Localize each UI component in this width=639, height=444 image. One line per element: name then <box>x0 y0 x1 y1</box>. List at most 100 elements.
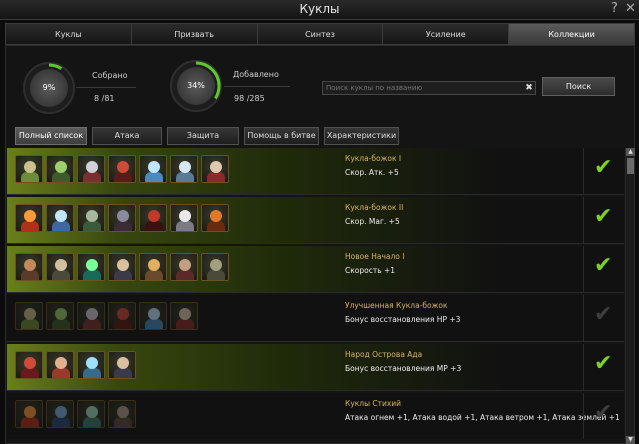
doll-face <box>179 308 191 320</box>
collection-list[interactable]: Кукла-божок I Скор. Атк. +5 ✔ Кукла-божо… <box>7 148 624 444</box>
maned-beast-doll-icon[interactable] <box>15 253 43 281</box>
main-tabs: Куклы Призвать Синтез Усиление Коллекции <box>5 23 635 45</box>
bandit-doll-icon[interactable] <box>108 253 136 281</box>
red-cleric-doll-icon[interactable] <box>201 155 229 183</box>
horned-devil-doll-icon[interactable] <box>139 204 167 232</box>
collection-name: Кукла-божок I <box>345 154 402 163</box>
doll-face <box>148 161 160 173</box>
collection-name: Новое Начало I <box>345 252 405 261</box>
red-demon-doll-icon[interactable] <box>108 155 136 183</box>
green-orb-doll-icon[interactable] <box>77 253 105 281</box>
orc-chief-doll-icon[interactable] <box>170 253 198 281</box>
ice-crystal-doll-icon[interactable] <box>139 302 167 330</box>
collection-name: Народ Острова Ада <box>345 350 423 359</box>
collected-label: Собрано <box>92 71 128 80</box>
tab-collections[interactable]: Коллекции <box>508 23 635 45</box>
tab-enhance[interactable]: Усиление <box>382 23 509 45</box>
list-scrollbar[interactable]: ▲ ▼ <box>625 148 635 444</box>
completion-cell: ✔ <box>583 344 624 390</box>
doll-icons <box>15 155 232 183</box>
stone-golem-doll-icon[interactable] <box>201 253 229 281</box>
lion-warrior-doll-icon[interactable] <box>139 253 167 281</box>
check-icon: ✔ <box>594 400 613 425</box>
doll-body <box>83 172 101 182</box>
ice-golem-doll-icon[interactable] <box>170 155 198 183</box>
earth-spirit-doll-icon[interactable] <box>108 400 136 428</box>
completion-cell: ✔ <box>583 246 624 292</box>
doll-face <box>24 161 36 173</box>
doll-body <box>21 221 39 231</box>
row-divider <box>7 292 624 293</box>
doll-body <box>52 368 70 378</box>
row-divider <box>7 194 624 195</box>
filter-characteristics[interactable]: Характеристики <box>324 127 399 145</box>
water-spirit-doll-icon[interactable] <box>46 400 74 428</box>
tab-dolls[interactable]: Куклы <box>5 23 131 45</box>
ice-beast-doll-icon[interactable] <box>46 204 74 232</box>
silver-knight-doll-icon[interactable] <box>77 155 105 183</box>
silver-knight-doll-icon[interactable] <box>77 302 105 330</box>
flame-spirit-doll-icon[interactable] <box>15 204 43 232</box>
doll-body <box>52 417 70 427</box>
red-demon-doll-icon[interactable] <box>108 302 136 330</box>
scroll-down-icon[interactable]: ▼ <box>626 436 635 444</box>
armored-warrior-doll-icon[interactable] <box>77 204 105 232</box>
doll-body <box>52 172 70 182</box>
collection-bonus: Бонус восстановления MP +3 <box>345 364 462 373</box>
filter-attack[interactable]: Атака <box>92 127 162 145</box>
check-icon: ✔ <box>594 204 613 229</box>
flame-spirit-doll-icon[interactable] <box>15 400 43 428</box>
wind-spirit-doll-icon[interactable] <box>77 400 105 428</box>
collection-bonus: Бонус восстановления HP +3 <box>345 315 461 324</box>
collection-row[interactable]: Улучшенная Кукла-божок Бонус восстановле… <box>7 295 624 341</box>
tab-summon[interactable]: Призвать <box>130 23 257 45</box>
red-imp-doll-icon[interactable] <box>15 351 43 379</box>
collection-bonus: Скорость +1 <box>345 266 396 275</box>
collection-name: Кукла-божок II <box>345 203 404 212</box>
ice-crystal-doll-icon[interactable] <box>139 155 167 183</box>
collection-row[interactable]: Куклы Стихий Атака огнем +1, Атака водой… <box>7 393 624 439</box>
fire-demon-doll-icon[interactable] <box>201 204 229 232</box>
doll-face <box>86 308 98 320</box>
doll-icons <box>15 302 201 330</box>
doll-face <box>86 259 98 271</box>
red-cleric-doll-icon[interactable] <box>170 302 198 330</box>
doll-face <box>117 161 129 173</box>
dust-sack-doll-icon[interactable] <box>15 155 43 183</box>
collection-row[interactable]: Кукла-божок I Скор. Атк. +5 ✔ <box>7 148 624 194</box>
row-divider <box>7 341 624 342</box>
doll-body <box>83 319 101 329</box>
collection-row[interactable]: Новое Начало I Скорость +1 ✔ <box>7 246 624 292</box>
green-goblin-doll-icon[interactable] <box>46 302 74 330</box>
ice-troll-doll-icon[interactable] <box>77 351 105 379</box>
green-goblin-doll-icon[interactable] <box>46 155 74 183</box>
filter-full-list[interactable]: Полный список <box>15 127 87 145</box>
doll-body <box>176 319 194 329</box>
help-icon[interactable]: ? <box>611 1 618 16</box>
fire-witch-doll-icon[interactable] <box>46 351 74 379</box>
doll-body <box>21 319 39 329</box>
collection-bonus: Атака огнем +1, Атака водой +1, Атака ве… <box>345 413 620 422</box>
filter-battle-help[interactable]: Помощь в битве <box>244 127 319 145</box>
completion-cell: ✔ <box>583 295 624 341</box>
dust-sack-doll-icon[interactable] <box>15 302 43 330</box>
collection-row[interactable]: Кукла-божок II Скор. Маг. +5 ✔ <box>7 197 624 243</box>
bandit-doll-icon[interactable] <box>108 351 136 379</box>
elder-sage-doll-icon[interactable] <box>46 253 74 281</box>
search-button[interactable]: Поиск <box>542 77 615 96</box>
collected-divider <box>76 87 136 88</box>
clear-search-icon[interactable]: ✖ <box>523 81 535 95</box>
scroll-up-icon[interactable]: ▲ <box>626 148 635 156</box>
collection-row[interactable]: Народ Острова Ада Бонус восстановления M… <box>7 344 624 390</box>
dark-knight-doll-icon[interactable] <box>108 204 136 232</box>
doll-body <box>114 270 132 280</box>
scroll-thumb[interactable] <box>627 158 634 174</box>
collected-percent: 9% <box>30 69 68 107</box>
doll-face <box>86 357 98 369</box>
doll-face <box>210 210 222 222</box>
search-input[interactable] <box>322 81 536 95</box>
filter-defense[interactable]: Защита <box>167 127 239 145</box>
white-mage-doll-icon[interactable] <box>170 204 198 232</box>
tab-synthesis[interactable]: Синтез <box>256 23 383 45</box>
close-icon[interactable]: ✕ <box>625 1 636 16</box>
